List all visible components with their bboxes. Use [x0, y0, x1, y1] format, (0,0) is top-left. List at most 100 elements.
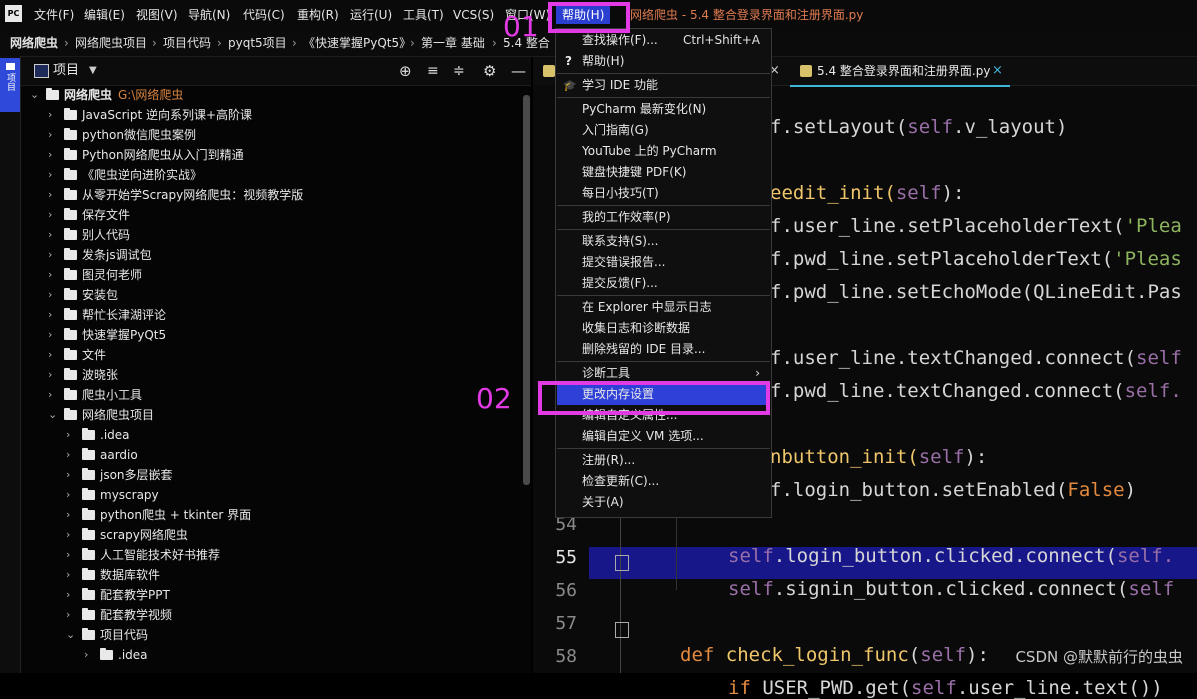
breadcrumb-item[interactable]: 网络爬虫: [10, 30, 58, 56]
code-line[interactable]: self.signin_button.clicked.connect(self: [728, 578, 1174, 600]
breadcrumb-item[interactable]: 《快速掌握PyQt5》: [303, 30, 411, 56]
project-tool-tab[interactable]: 项目: [0, 58, 20, 112]
chevron-right-icon[interactable]: ›: [66, 525, 76, 545]
chevron-right-icon[interactable]: ›: [48, 325, 58, 345]
help-menu-item[interactable]: 我的工作效率(P): [557, 207, 770, 228]
chevron-right-icon[interactable]: ›: [48, 125, 58, 145]
help-menu-item[interactable]: 联系支持(S)...: [557, 231, 770, 252]
chevron-right-icon[interactable]: ›: [48, 245, 58, 265]
chevron-right-icon[interactable]: ›: [48, 185, 58, 205]
chevron-right-icon[interactable]: ›: [66, 445, 76, 465]
code-line[interactable]: eedit_init(self):: [770, 182, 965, 204]
menu-item[interactable]: 文件(F): [34, 0, 74, 30]
chevron-right-icon[interactable]: ›: [66, 465, 76, 485]
folder-icon: [82, 608, 95, 620]
code-line[interactable]: f.user_line.setPlaceholderText('Plea: [770, 215, 1182, 237]
chevron-right-icon[interactable]: ›: [48, 205, 58, 225]
menu-item[interactable]: 运行(U): [350, 0, 392, 30]
help-menu-item[interactable]: 在 Explorer 中显示日志: [557, 297, 770, 318]
chevron-right-icon[interactable]: ›: [48, 385, 58, 405]
code-token: def: [680, 644, 726, 666]
help-menu-item[interactable]: 查找操作(F)... Ctrl+Shift+A: [557, 30, 770, 51]
chevron-right-icon[interactable]: ›: [48, 285, 58, 305]
chevron-right-icon[interactable]: ›: [66, 485, 76, 505]
breadcrumb-item[interactable]: 网络爬虫项目: [75, 30, 147, 56]
help-menu-item[interactable]: 删除残留的 IDE 目录...: [557, 339, 770, 360]
hide-panel-icon[interactable]: —: [511, 57, 526, 85]
chevron-right-icon[interactable]: ›: [48, 145, 58, 165]
menu-item[interactable]: 导航(N): [188, 0, 230, 30]
chevron-right-icon[interactable]: ›: [48, 365, 58, 385]
code-line[interactable]: def check_login_func(self):: [680, 644, 989, 666]
menu-item[interactable]: 代码(C): [243, 0, 285, 30]
help-menu-item[interactable]: 每日小技巧(T): [557, 183, 770, 204]
help-menu-item[interactable]: 关于(A): [557, 492, 770, 513]
help-menu-item[interactable]: YouTube 上的 PyCharm: [557, 141, 770, 162]
code-token: check_login_func: [725, 644, 909, 666]
breadcrumb-chevron-icon: ›: [492, 36, 497, 50]
menu-item[interactable]: 重构(R): [297, 0, 339, 30]
breadcrumb-item[interactable]: pyqt5项目: [228, 30, 287, 56]
code-line[interactable]: nbutton_init(self):: [770, 446, 987, 468]
chevron-right-icon[interactable]: ›: [66, 605, 76, 625]
locate-icon[interactable]: ⊕: [399, 57, 412, 85]
code-token: .v_layout): [953, 116, 1068, 138]
menu-separator: [557, 448, 770, 449]
help-menu-item[interactable]: 注册(R)...: [557, 450, 770, 471]
help-menu-item[interactable]: 收集日志和诊断数据: [557, 318, 770, 339]
help-menu-item[interactable]: PyCharm 最新变化(N): [557, 99, 770, 120]
expand-all-icon[interactable]: ≡: [427, 57, 439, 85]
code-token: False: [1067, 479, 1125, 501]
chevron-right-icon[interactable]: ›: [48, 225, 58, 245]
help-menu-item[interactable]: 提交错误报告...: [557, 252, 770, 273]
help-menu-item[interactable]: 编辑自定义 VM 选项...: [557, 426, 770, 447]
chevron-right-icon[interactable]: ›: [48, 345, 58, 365]
code-token: self: [1128, 578, 1175, 600]
code-line[interactable]: f.pwd_line.textChanged.connect(self.: [770, 380, 1182, 402]
code-line[interactable]: f.setLayout(self.v_layout): [770, 116, 1067, 138]
code-line[interactable]: f.pwd_line.setPlaceholderText('Pleas: [770, 248, 1182, 270]
help-menu-item[interactable]: 提交反馈(F)...: [557, 273, 770, 294]
chevron-right-icon[interactable]: ›: [48, 105, 58, 125]
help-menu-item[interactable]: 🎓 学习 IDE 功能: [557, 75, 770, 96]
help-menu-item-label: 我的工作效率(P): [582, 210, 671, 224]
collapse-all-icon[interactable]: ≑: [453, 57, 465, 85]
chevron-right-icon[interactable]: ›: [66, 425, 76, 445]
code-line[interactable]: f.user_line.textChanged.connect(self: [770, 347, 1182, 369]
code-line[interactable]: self.login_button.clicked.connect(self.: [728, 545, 1174, 567]
help-menu-item[interactable]: 检查更新(C)...: [557, 471, 770, 492]
menu-item[interactable]: 工具(T): [403, 0, 444, 30]
breadcrumb-item[interactable]: 第一章 基础: [421, 30, 485, 56]
chevron-down-icon[interactable]: ⌄: [66, 625, 76, 645]
menu-item[interactable]: VCS(S): [453, 0, 494, 30]
fold-marker-icon[interactable]: [615, 622, 629, 638]
menu-item[interactable]: 视图(V): [136, 0, 178, 30]
code-line[interactable]: f.pwd_line.setEchoMode(QLineEdit.Pas: [770, 281, 1182, 303]
tab-active-file[interactable]: 5.4 整合登录界面和注册界面.py ×: [790, 57, 1010, 87]
chevron-right-icon[interactable]: ›: [48, 165, 58, 185]
chevron-right-icon[interactable]: ›: [84, 645, 94, 665]
project-scrollbar[interactable]: [523, 95, 530, 485]
chevron-right-icon[interactable]: ›: [48, 305, 58, 325]
chevron-right-icon[interactable]: ›: [48, 265, 58, 285]
chevron-right-icon[interactable]: ›: [66, 505, 76, 525]
help-menu-item[interactable]: 入门指南(G): [557, 120, 770, 141]
chevron-right-icon[interactable]: ›: [66, 565, 76, 585]
fold-marker-icon[interactable]: [615, 555, 629, 571]
tab-close-icon[interactable]: ×: [992, 57, 1003, 85]
menu-item[interactable]: 编辑(E): [84, 0, 125, 30]
help-menu-item[interactable]: 键盘快捷键 PDF(K): [557, 162, 770, 183]
breadcrumb-item[interactable]: 项目代码: [163, 30, 211, 56]
folder-icon: [82, 568, 95, 580]
chevron-right-icon[interactable]: ›: [66, 545, 76, 565]
help-menu-item[interactable]: ? 帮助(H): [557, 51, 770, 72]
code-line[interactable]: if USER_PWD.get(self.user_line.text()): [728, 677, 1163, 699]
tree-item-label: 帮忙长津湖评论: [82, 308, 167, 322]
folder-icon: [82, 528, 95, 540]
project-panel-title[interactable]: 项目: [53, 57, 79, 85]
chevron-down-icon[interactable]: ▼: [89, 57, 97, 85]
code-line[interactable]: f.login_button.setEnabled(False): [770, 479, 1136, 501]
chevron-down-icon[interactable]: ⌄: [48, 405, 58, 425]
gear-icon[interactable]: ⚙: [483, 57, 496, 85]
chevron-right-icon[interactable]: ›: [66, 585, 76, 605]
